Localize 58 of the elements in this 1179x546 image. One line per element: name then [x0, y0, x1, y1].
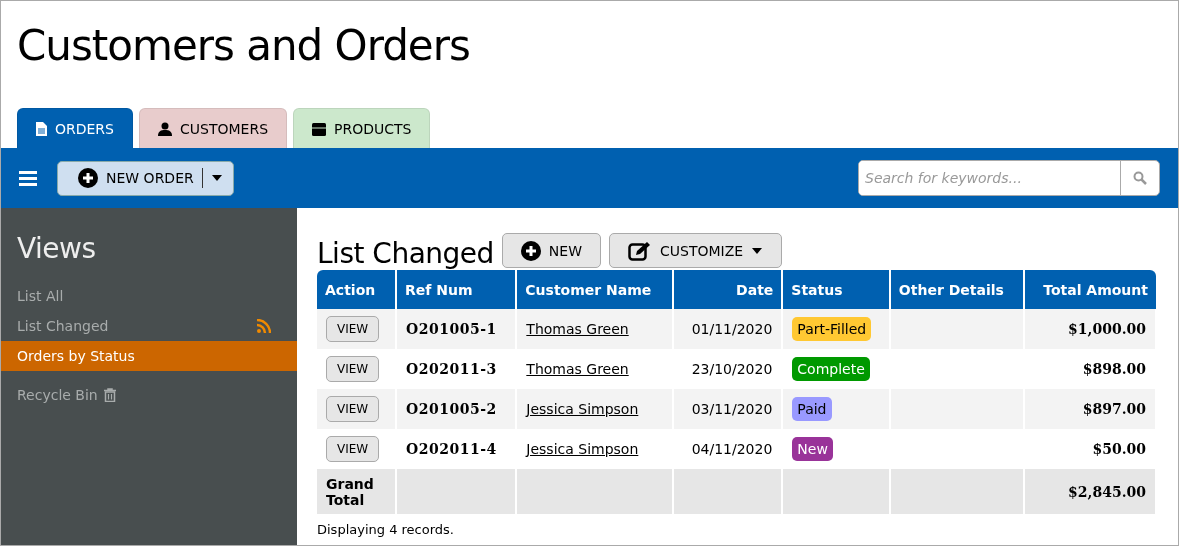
search-field[interactable]: Search for keywords... — [858, 160, 1160, 196]
column-header: Ref Num — [396, 270, 517, 309]
customer-link[interactable]: Jessica Simpson — [526, 441, 639, 457]
sidebar-item[interactable]: Recycle Bin — [1, 380, 297, 410]
status-badge: Paid — [792, 397, 832, 421]
customer-link[interactable]: Thomas Green — [526, 361, 629, 377]
page-title: Customers and Orders — [16, 20, 471, 72]
amount-text: $50.00 — [1092, 441, 1146, 457]
amount-text: $1,000.00 — [1068, 321, 1146, 337]
grand-total-label: Grand Total — [326, 475, 374, 508]
sidebar-title: Views — [17, 232, 97, 265]
sidebar-item[interactable]: List All — [1, 281, 297, 311]
view-button[interactable]: VIEW — [326, 396, 380, 422]
sidebar-item[interactable]: List Changed — [1, 311, 297, 341]
view-button[interactable]: VIEW — [326, 356, 380, 382]
ref-number: O201005-1 — [406, 321, 497, 337]
plus-icon — [520, 240, 541, 261]
document-icon — [36, 121, 47, 136]
list-heading: List Changed — [317, 240, 494, 268]
tab[interactable]: ORDERS — [17, 108, 133, 148]
ref-number: O202011-3 — [406, 361, 497, 377]
status-badge: Part-Filled — [792, 317, 872, 341]
record-count: Displaying 4 records. — [317, 522, 455, 537]
date-text: 04/11/2020 — [691, 441, 773, 457]
rss-icon — [257, 319, 271, 333]
ref-number: O201005-2 — [406, 401, 497, 417]
view-button[interactable]: VIEW — [326, 436, 380, 462]
new-button[interactable]: NEW — [501, 233, 601, 268]
caret-icon[interactable] — [210, 174, 223, 182]
tab[interactable]: CUSTOMERS — [139, 108, 288, 148]
menu-icon[interactable] — [19, 170, 37, 186]
trash-icon — [103, 388, 116, 402]
box-icon — [312, 121, 327, 136]
column-header: Customer Name — [516, 270, 673, 309]
amount-text: $897.00 — [1082, 401, 1146, 417]
new-order-button[interactable]: NEW ORDER — [57, 160, 234, 196]
date-text: 01/11/2020 — [691, 321, 773, 337]
column-header: Action — [317, 270, 396, 309]
amount-text: $898.00 — [1082, 361, 1146, 377]
person-icon — [158, 121, 172, 136]
column-header: Date — [672, 270, 783, 309]
date-text: 03/11/2020 — [691, 401, 773, 417]
column-header: Other Details — [889, 270, 1024, 309]
date-text: 23/10/2020 — [691, 361, 773, 377]
status-badge: New — [792, 437, 833, 461]
tab[interactable]: PRODUCTS — [293, 108, 431, 148]
column-header: Total Amount — [1023, 270, 1156, 309]
grand-total-amount: $2,845.00 — [1068, 483, 1146, 500]
customize-button[interactable]: CUSTOMIZE — [609, 233, 783, 268]
view-button[interactable]: VIEW — [326, 316, 380, 342]
edit-icon — [628, 240, 652, 261]
caret-icon — [751, 246, 764, 255]
sidebar-item[interactable]: Orders by Status — [1, 341, 297, 371]
search-icon[interactable] — [1133, 171, 1147, 185]
status-badge: Complete — [792, 357, 870, 381]
plus-icon — [78, 168, 98, 188]
ref-number: O202011-4 — [406, 441, 497, 457]
column-header: Status — [782, 270, 890, 309]
